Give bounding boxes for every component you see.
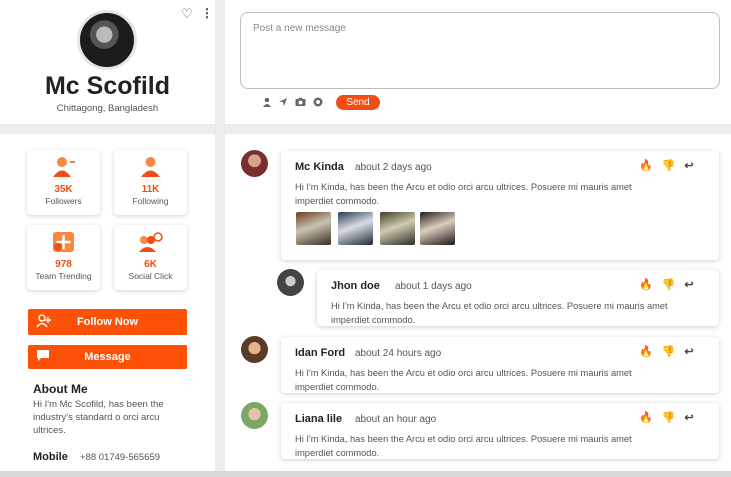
- feed-card: Mc Kinda about 2 days ago 🔥 👎 ↩ Hi I'm Kin…: [225, 134, 731, 477]
- post-photo[interactable]: [338, 212, 373, 245]
- profile-stats-card: 35K Followers 11K Following 978 Team Tre…: [0, 134, 215, 477]
- thumbs-down-icon[interactable]: 👎: [662, 279, 676, 291]
- reply-icon[interactable]: ↩: [684, 160, 693, 172]
- composer-card: Post a new message Send: [225, 0, 731, 124]
- stat-following[interactable]: 11K Following: [114, 150, 187, 215]
- post-card: Jhon doe about 1 days ago 🔥 👎 ↩ Hi I'm Kin…: [317, 270, 719, 326]
- post-photo[interactable]: [420, 212, 455, 245]
- post-author[interactable]: Jhon doe: [331, 280, 380, 292]
- flame-icon[interactable]: 🔥: [639, 346, 653, 358]
- post-card: Mc Kinda about 2 days ago 🔥 👎 ↩ Hi I'm Kin…: [281, 151, 719, 260]
- more-icon[interactable]: ⋮: [201, 6, 213, 20]
- follow-now-label: Follow Now: [76, 316, 139, 328]
- stat-label: Following: [132, 196, 169, 206]
- following-icon: [141, 157, 160, 177]
- post-text-line: Hi I'm Kinda, has been the Arcu et odio …: [295, 182, 632, 192]
- send-button[interactable]: Send: [336, 95, 380, 110]
- post-card: Idan Ford about 24 hours ago 🔥 👎 ↩ Hi I'm …: [281, 337, 719, 393]
- post-card: Liana lile about an hour ago 🔥 👎 ↩ Hi I'm …: [281, 403, 719, 459]
- stat-team-trending[interactable]: 978 Team Trending: [27, 225, 100, 290]
- post-text: Hi I'm Kinda, has been the Arcu et odio …: [331, 299, 668, 327]
- user-icon[interactable]: [262, 97, 272, 110]
- post-input[interactable]: Post a new message: [240, 12, 720, 89]
- flame-icon[interactable]: 🔥: [639, 279, 653, 291]
- mobile-value: +88 01749-565659: [80, 452, 161, 463]
- post-actions: 🔥 👎 ↩: [630, 345, 694, 358]
- profile-location: Chittagong, Bangladesh: [56, 103, 159, 114]
- post-text-line: imperdiet commodo.: [295, 382, 380, 392]
- post-actions: 🔥 👎 ↩: [630, 411, 694, 424]
- post-text: Hi I'm Kinda, has been the Arcu et odio …: [295, 180, 632, 208]
- post-actions: 🔥 👎 ↩: [630, 278, 694, 291]
- camera-icon[interactable]: [295, 97, 306, 110]
- stat-followers[interactable]: 35K Followers: [27, 150, 100, 215]
- stat-label: Team Trending: [35, 271, 92, 281]
- reply-icon[interactable]: ↩: [684, 412, 693, 424]
- thumbs-down-icon[interactable]: 👎: [662, 346, 676, 358]
- post-text-line: imperdiet commodo.: [295, 196, 380, 206]
- reply-icon[interactable]: ↩: [684, 279, 693, 291]
- post-author[interactable]: Liana lile: [295, 413, 342, 425]
- avatar[interactable]: [241, 402, 268, 429]
- profile-avatar[interactable]: [77, 10, 137, 70]
- mobile-label: Mobile: [33, 451, 68, 463]
- bottom-scrollbar[interactable]: [0, 471, 731, 477]
- post-input-placeholder: Post a new message: [253, 23, 346, 34]
- post-photo[interactable]: [380, 212, 415, 245]
- avatar[interactable]: [241, 150, 268, 177]
- post-text-line: imperdiet commodo.: [295, 448, 380, 458]
- post-author[interactable]: Mc Kinda: [295, 161, 344, 173]
- message-label: Message: [84, 351, 131, 363]
- post-author[interactable]: Idan Ford: [295, 347, 345, 359]
- stat-value: 978: [55, 259, 72, 270]
- heart-icon[interactable]: ♡: [181, 6, 193, 22]
- thumbs-down-icon[interactable]: 👎: [662, 412, 676, 424]
- stat-value: 35K: [54, 184, 73, 195]
- follow-now-button[interactable]: Follow Now: [28, 309, 187, 335]
- flame-icon[interactable]: 🔥: [639, 160, 653, 172]
- post-time: about 2 days ago: [355, 162, 432, 173]
- about-me-title: About Me: [33, 382, 88, 396]
- profile-name: Mc Scofild: [44, 72, 170, 100]
- avatar[interactable]: [241, 336, 268, 363]
- post-time: about 24 hours ago: [355, 348, 442, 359]
- stat-label: Social Click: [128, 271, 173, 281]
- post-text-line: Hi I'm Kinda, has been the Arcu et odio …: [295, 434, 632, 444]
- post-text: Hi I'm Kinda, has been the Arcu et odio …: [295, 432, 632, 460]
- location-icon[interactable]: [278, 97, 288, 110]
- post-text-line: imperdiet commodo.: [331, 315, 416, 325]
- social-click-icon: [139, 232, 163, 252]
- post-actions: 🔥 👎 ↩: [630, 159, 694, 172]
- stat-value: 6K: [144, 259, 157, 270]
- flame-icon[interactable]: 🔥: [639, 412, 653, 424]
- stat-social-click[interactable]: 6K Social Click: [114, 225, 187, 290]
- team-trending-icon: [53, 232, 74, 252]
- stat-label: Followers: [45, 196, 82, 206]
- avatar[interactable]: [277, 269, 304, 296]
- message-button[interactable]: Message: [28, 345, 187, 369]
- reply-icon[interactable]: ↩: [684, 346, 693, 358]
- post-text-line: Hi I'm Kinda, has been the Arcu et odio …: [331, 301, 668, 311]
- emoji-icon[interactable]: [313, 97, 323, 110]
- post-time: about 1 days ago: [395, 281, 472, 292]
- post-time: about an hour ago: [355, 414, 437, 425]
- post-photo[interactable]: [296, 212, 331, 245]
- stat-value: 11K: [141, 184, 160, 195]
- profile-card: ♡ ⋮ Mc Scofild Chittagong, Bangladesh: [0, 0, 215, 124]
- post-text: Hi I'm Kinda, has been the Arcu et odio …: [295, 366, 632, 394]
- about-me-text: Hi I'm Mc Scofild, has been the industry…: [33, 399, 164, 436]
- thumbs-down-icon[interactable]: 👎: [662, 160, 676, 172]
- followers-icon: [53, 157, 75, 177]
- post-text-line: Hi I'm Kinda, has been the Arcu et odio …: [295, 368, 632, 378]
